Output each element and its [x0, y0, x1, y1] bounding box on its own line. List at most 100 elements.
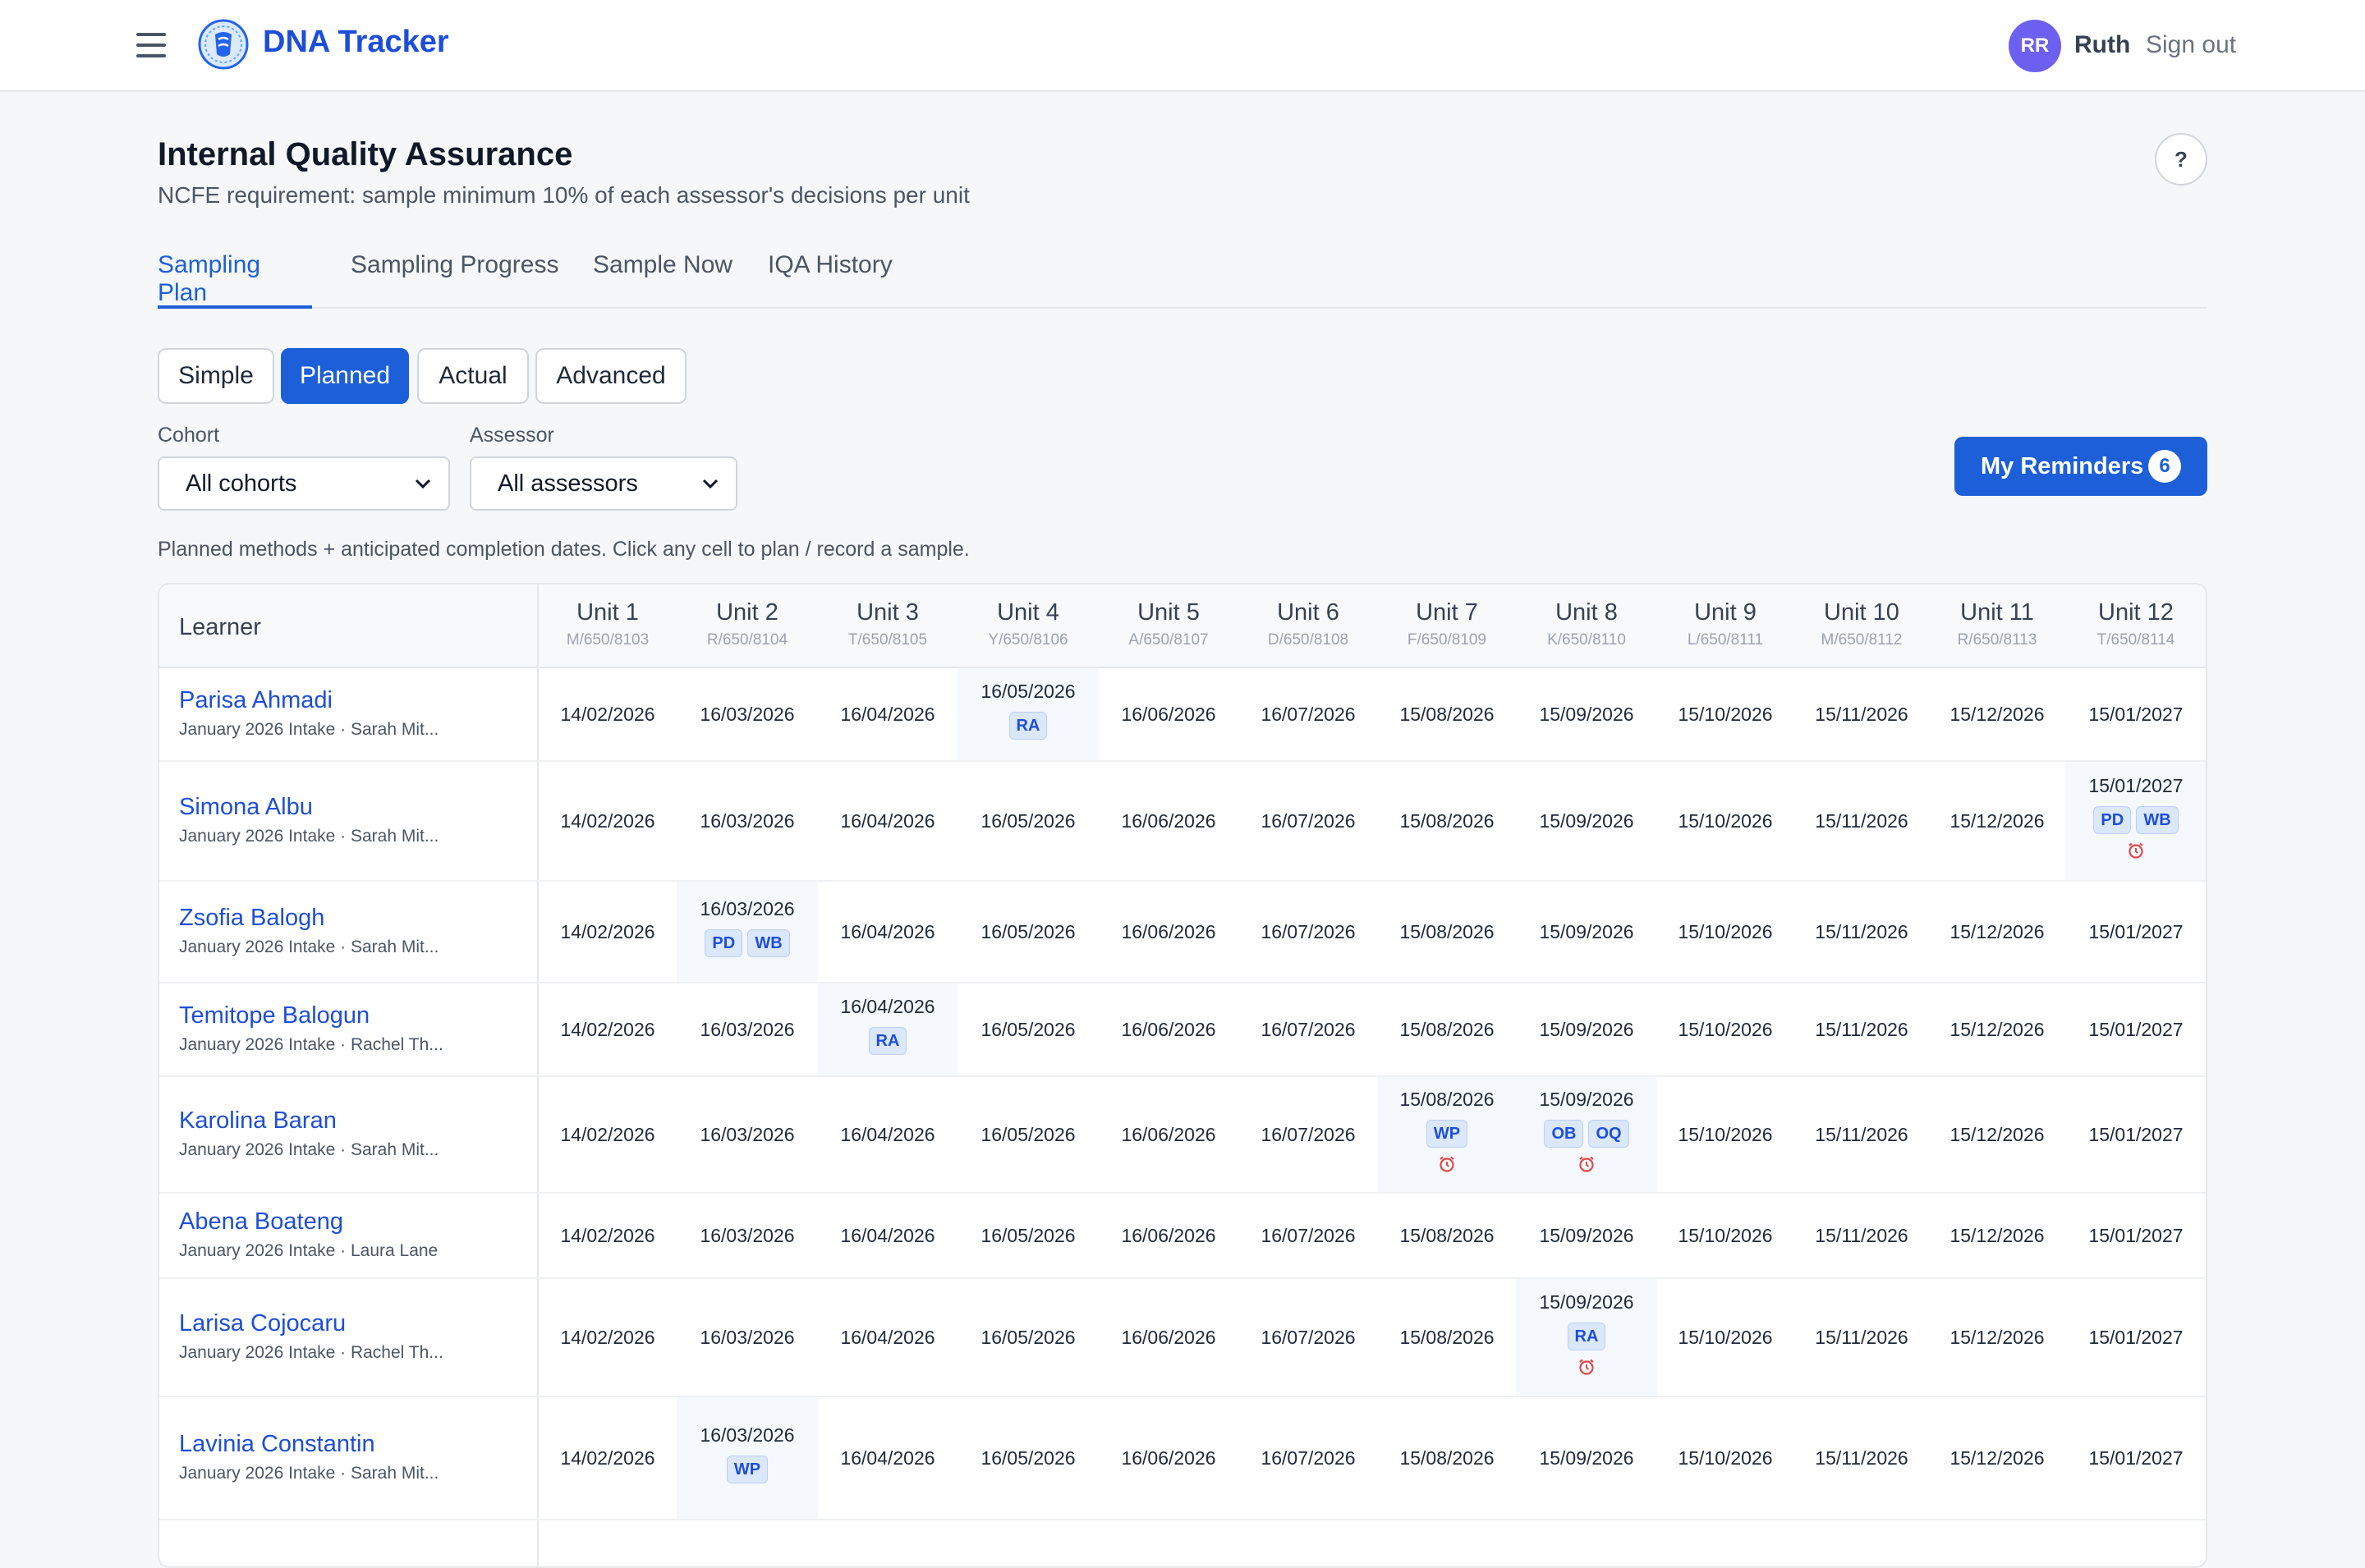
plan-cell[interactable]: 14/02/2026	[539, 1077, 677, 1192]
plan-cell[interactable]: 16/03/2026 PD WB	[677, 882, 818, 982]
plan-cell[interactable]: 16/05/2026	[957, 762, 1099, 880]
plan-cell[interactable]: 16/04/2026	[818, 1077, 957, 1192]
view-planned-button[interactable]: Planned	[281, 348, 409, 404]
assessor-select[interactable]: All assessors	[470, 456, 737, 511]
learner-name-link[interactable]: Temitope Balogun	[179, 1002, 370, 1029]
plan-cell[interactable]: 15/10/2026	[1657, 1194, 1793, 1277]
plan-cell[interactable]: 15/09/2026	[1516, 882, 1657, 982]
plan-cell[interactable]: 16/03/2026	[677, 983, 818, 1075]
plan-cell[interactable]: 16/06/2026	[1099, 1194, 1238, 1277]
plan-cell[interactable]: 15/12/2026	[1930, 1194, 2064, 1277]
plan-cell[interactable]: 15/10/2026	[1657, 983, 1793, 1075]
plan-cell[interactable]: 14/02/2026	[539, 1194, 677, 1277]
plan-cell[interactable]: 15/12/2026	[1930, 882, 2064, 982]
plan-cell[interactable]: 15/11/2026	[1793, 882, 1930, 982]
plan-cell[interactable]: 15/10/2026	[1657, 1279, 1793, 1396]
plan-cell[interactable]: 15/08/2026	[1378, 1279, 1516, 1396]
view-actual-button[interactable]: Actual	[417, 348, 529, 404]
plan-cell[interactable]: 15/11/2026	[1793, 668, 1930, 760]
plan-cell[interactable]: 15/01/2027	[2064, 983, 2206, 1075]
learner-name-link[interactable]: Parisa Ahmadi	[179, 687, 333, 714]
plan-cell[interactable]: 15/11/2026	[1793, 983, 1930, 1075]
plan-cell[interactable]: 15/08/2026	[1378, 668, 1516, 760]
plan-cell[interactable]: 16/03/2026	[677, 1279, 818, 1396]
plan-cell[interactable]: 14/02/2026	[539, 983, 677, 1075]
plan-cell[interactable]: 16/03/2026	[677, 1077, 818, 1192]
view-simple-button[interactable]: Simple	[158, 348, 274, 404]
plan-cell[interactable]: 15/11/2026	[1793, 1279, 1930, 1396]
plan-cell[interactable]: 15/08/2026	[1378, 882, 1516, 982]
plan-cell[interactable]: 15/09/2026 RA	[1516, 1279, 1657, 1396]
plan-cell[interactable]: 16/06/2026	[1099, 1279, 1238, 1396]
plan-cell[interactable]: 16/07/2026	[1238, 1077, 1378, 1192]
plan-cell[interactable]: 15/11/2026	[1793, 1194, 1930, 1277]
plan-cell[interactable]: 15/11/2026	[1793, 1397, 1930, 1519]
plan-cell[interactable]: 16/06/2026	[1099, 983, 1238, 1075]
plan-cell[interactable]: 16/04/2026	[818, 882, 957, 982]
plan-cell[interactable]: 16/03/2026	[677, 668, 818, 760]
menu-icon[interactable]	[136, 33, 166, 57]
plan-cell[interactable]: 15/10/2026	[1657, 762, 1793, 880]
plan-cell[interactable]: 15/12/2026	[1930, 1397, 2064, 1519]
plan-cell[interactable]: 16/06/2026	[1099, 762, 1238, 880]
learner-name-link[interactable]: Lavinia Constantin	[179, 1431, 375, 1458]
plan-cell[interactable]: 16/05/2026	[957, 1397, 1099, 1519]
plan-cell[interactable]: 16/07/2026	[1238, 882, 1378, 982]
plan-cell[interactable]: 15/12/2026	[1930, 1077, 2064, 1192]
plan-cell[interactable]: 15/01/2027	[2064, 668, 2206, 760]
plan-cell[interactable]: 16/04/2026	[818, 1397, 957, 1519]
plan-cell[interactable]: 15/08/2026	[1378, 1397, 1516, 1519]
plan-cell[interactable]: 15/01/2027	[2064, 1279, 2206, 1396]
plan-cell[interactable]: 14/02/2026	[539, 1279, 677, 1396]
my-reminders-button[interactable]: My Reminders 6	[1954, 437, 2207, 496]
learner-name-link[interactable]: Simona Albu	[179, 794, 313, 821]
plan-cell[interactable]: 14/02/2026	[539, 762, 677, 880]
plan-cell[interactable]: 15/10/2026	[1657, 668, 1793, 760]
plan-cell[interactable]: 15/12/2026	[1930, 668, 2064, 760]
learner-name-link[interactable]: Abena Boateng	[179, 1208, 343, 1236]
plan-cell[interactable]: 15/09/2026	[1516, 983, 1657, 1075]
plan-cell[interactable]: 15/12/2026	[1930, 762, 2064, 880]
tab-sample-now[interactable]: Sample Now	[593, 251, 741, 309]
plan-cell[interactable]: 14/02/2026	[539, 668, 677, 760]
brand-name[interactable]: DNA Tracker	[263, 25, 449, 60]
plan-cell[interactable]: 16/06/2026	[1099, 1397, 1238, 1519]
tab-iqa-history[interactable]: IQA History	[768, 251, 907, 309]
plan-cell[interactable]: 16/06/2026	[1099, 668, 1238, 760]
plan-cell[interactable]: 16/07/2026	[1238, 762, 1378, 880]
plan-cell[interactable]: 16/07/2026	[1238, 1279, 1378, 1396]
plan-cell[interactable]: 15/01/2027 PD WB	[2064, 762, 2206, 880]
plan-cell[interactable]: 15/01/2027	[2064, 1397, 2206, 1519]
plan-cell[interactable]: 16/05/2026	[957, 1279, 1099, 1396]
plan-cell[interactable]: 16/04/2026 RA	[818, 983, 957, 1075]
avatar[interactable]: RR	[2009, 20, 2061, 72]
learner-name-link[interactable]: Karolina Baran	[179, 1107, 337, 1135]
learner-name-link[interactable]: Zsofia Balogh	[179, 905, 324, 932]
plan-cell[interactable]: 16/07/2026	[1238, 1194, 1378, 1277]
plan-cell[interactable]: 16/03/2026 WP	[677, 1397, 818, 1519]
sign-out-link[interactable]: Sign out	[2146, 31, 2236, 59]
plan-cell[interactable]: 16/07/2026	[1238, 668, 1378, 760]
plan-cell[interactable]: 15/09/2026	[1516, 1397, 1657, 1519]
tab-sampling-progress[interactable]: Sampling Progress	[351, 251, 572, 309]
plan-cell[interactable]: 15/12/2026	[1930, 1279, 2064, 1396]
plan-cell[interactable]: 16/05/2026	[957, 882, 1099, 982]
plan-cell[interactable]: 16/05/2026	[957, 983, 1099, 1075]
plan-cell[interactable]: 16/05/2026	[957, 1194, 1099, 1277]
plan-cell[interactable]: 16/04/2026	[818, 1279, 957, 1396]
plan-cell[interactable]: 15/08/2026 WP	[1378, 1077, 1516, 1192]
plan-cell[interactable]: 15/09/2026	[1516, 762, 1657, 880]
plan-cell[interactable]: 16/07/2026	[1238, 983, 1378, 1075]
plan-cell[interactable]: 15/10/2026	[1657, 882, 1793, 982]
plan-cell[interactable]: 14/02/2026	[539, 1397, 677, 1519]
plan-cell[interactable]: 16/05/2026	[957, 1077, 1099, 1192]
plan-cell[interactable]: 16/04/2026	[818, 1194, 957, 1277]
plan-cell[interactable]: 16/06/2026	[1099, 882, 1238, 982]
plan-cell[interactable]: 16/07/2026	[1238, 1397, 1378, 1519]
plan-cell[interactable]: 16/05/2026 RA	[957, 668, 1099, 760]
help-button[interactable]: ?	[2155, 133, 2207, 186]
plan-cell[interactable]: 15/08/2026	[1378, 1194, 1516, 1277]
plan-cell[interactable]: 16/03/2026	[677, 1194, 818, 1277]
learner-name-link[interactable]: Larisa Cojocaru	[179, 1310, 346, 1337]
plan-cell[interactable]: 15/09/2026	[1516, 668, 1657, 760]
